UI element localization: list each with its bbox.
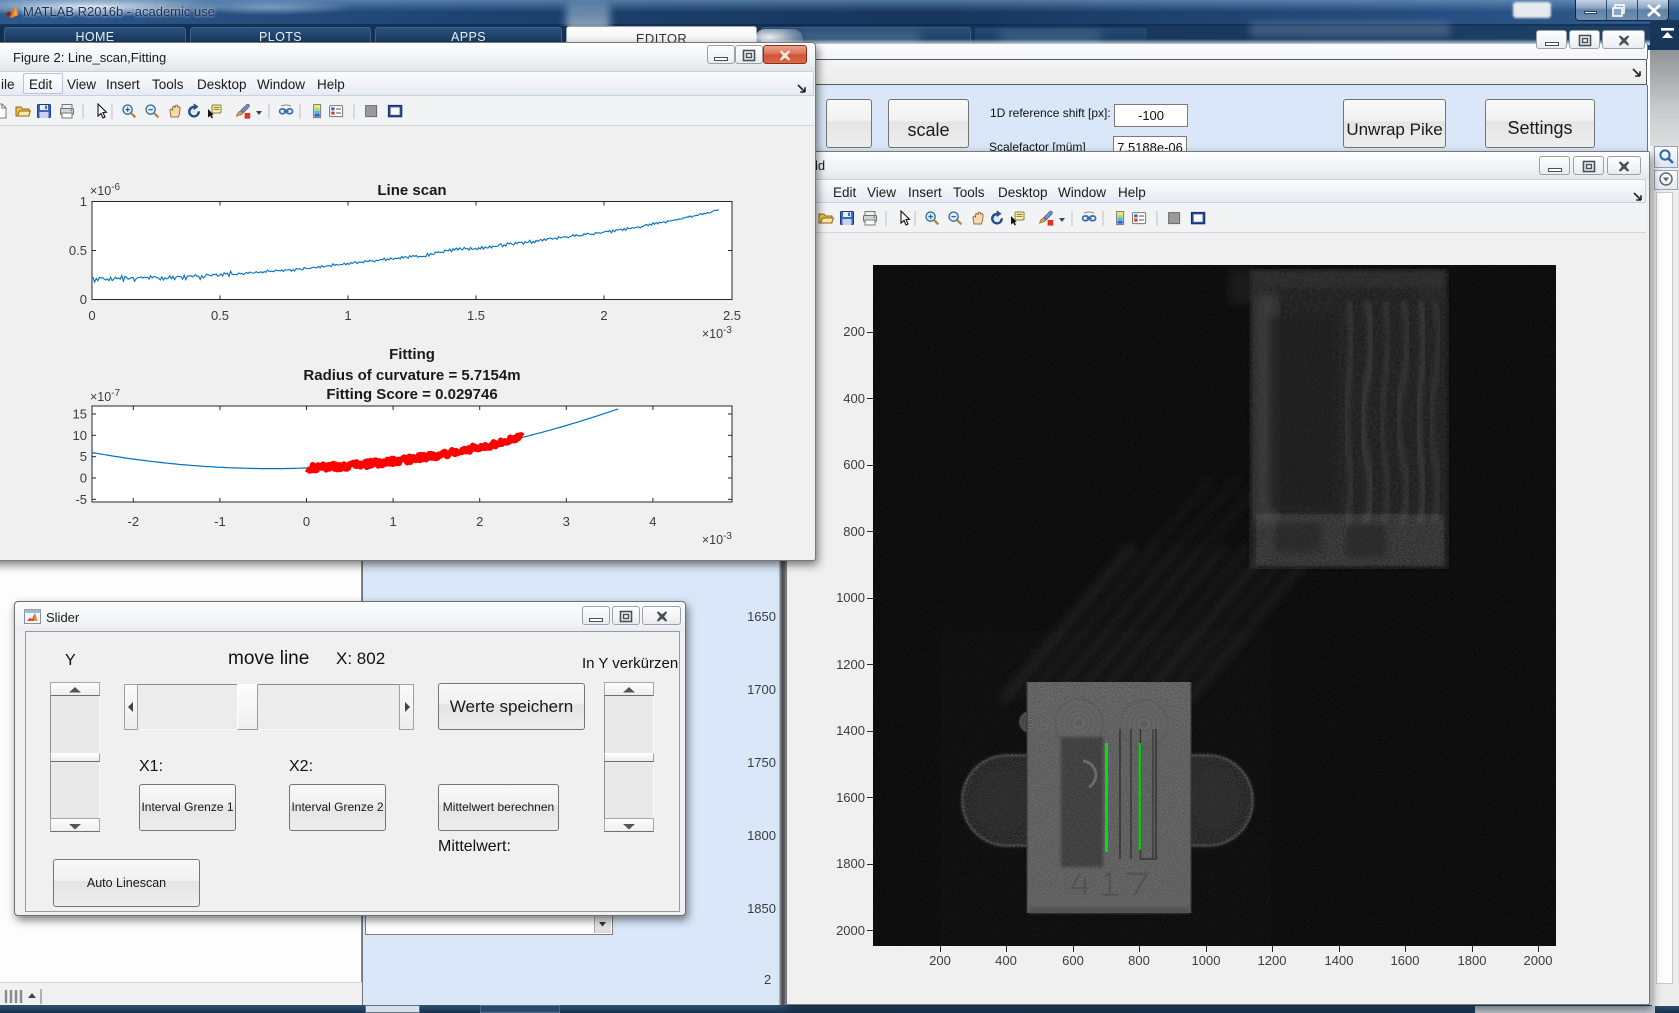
svg-text:×10-7: ×10-7: [90, 388, 121, 404]
svg-text:1: 1: [344, 308, 351, 323]
svg-text:Fitting Score = 0.029746: Fitting Score = 0.029746: [326, 386, 497, 403]
svg-text:Line scan: Line scan: [377, 182, 446, 199]
svg-text:-2: -2: [128, 514, 140, 529]
svg-text:×10-3: ×10-3: [702, 325, 733, 341]
svg-text:0: 0: [88, 308, 95, 323]
svg-text:2: 2: [476, 514, 483, 529]
svg-text:Fitting: Fitting: [389, 346, 435, 363]
svg-text:0.5: 0.5: [69, 243, 87, 258]
svg-text:1: 1: [80, 194, 87, 209]
svg-text:5: 5: [80, 449, 87, 464]
svg-text:1: 1: [389, 514, 396, 529]
svg-text:3: 3: [563, 514, 570, 529]
svg-text:Radius of curvature = 5.7154m: Radius of curvature = 5.7154m: [303, 367, 520, 384]
svg-text:0: 0: [80, 292, 87, 307]
svg-text:×10-3: ×10-3: [702, 531, 733, 547]
svg-text:1.5: 1.5: [467, 308, 485, 323]
svg-text:0: 0: [303, 514, 310, 529]
svg-text:15: 15: [73, 406, 87, 421]
svg-text:2: 2: [600, 308, 607, 323]
svg-text:2.5: 2.5: [723, 308, 741, 323]
svg-text:0.5: 0.5: [211, 308, 229, 323]
svg-text:4: 4: [649, 514, 656, 529]
svg-text:0: 0: [80, 471, 87, 486]
svg-text:-5: -5: [75, 492, 87, 507]
svg-text:-1: -1: [214, 514, 226, 529]
svg-text:×10-6: ×10-6: [90, 182, 121, 198]
svg-text:10: 10: [73, 428, 87, 443]
